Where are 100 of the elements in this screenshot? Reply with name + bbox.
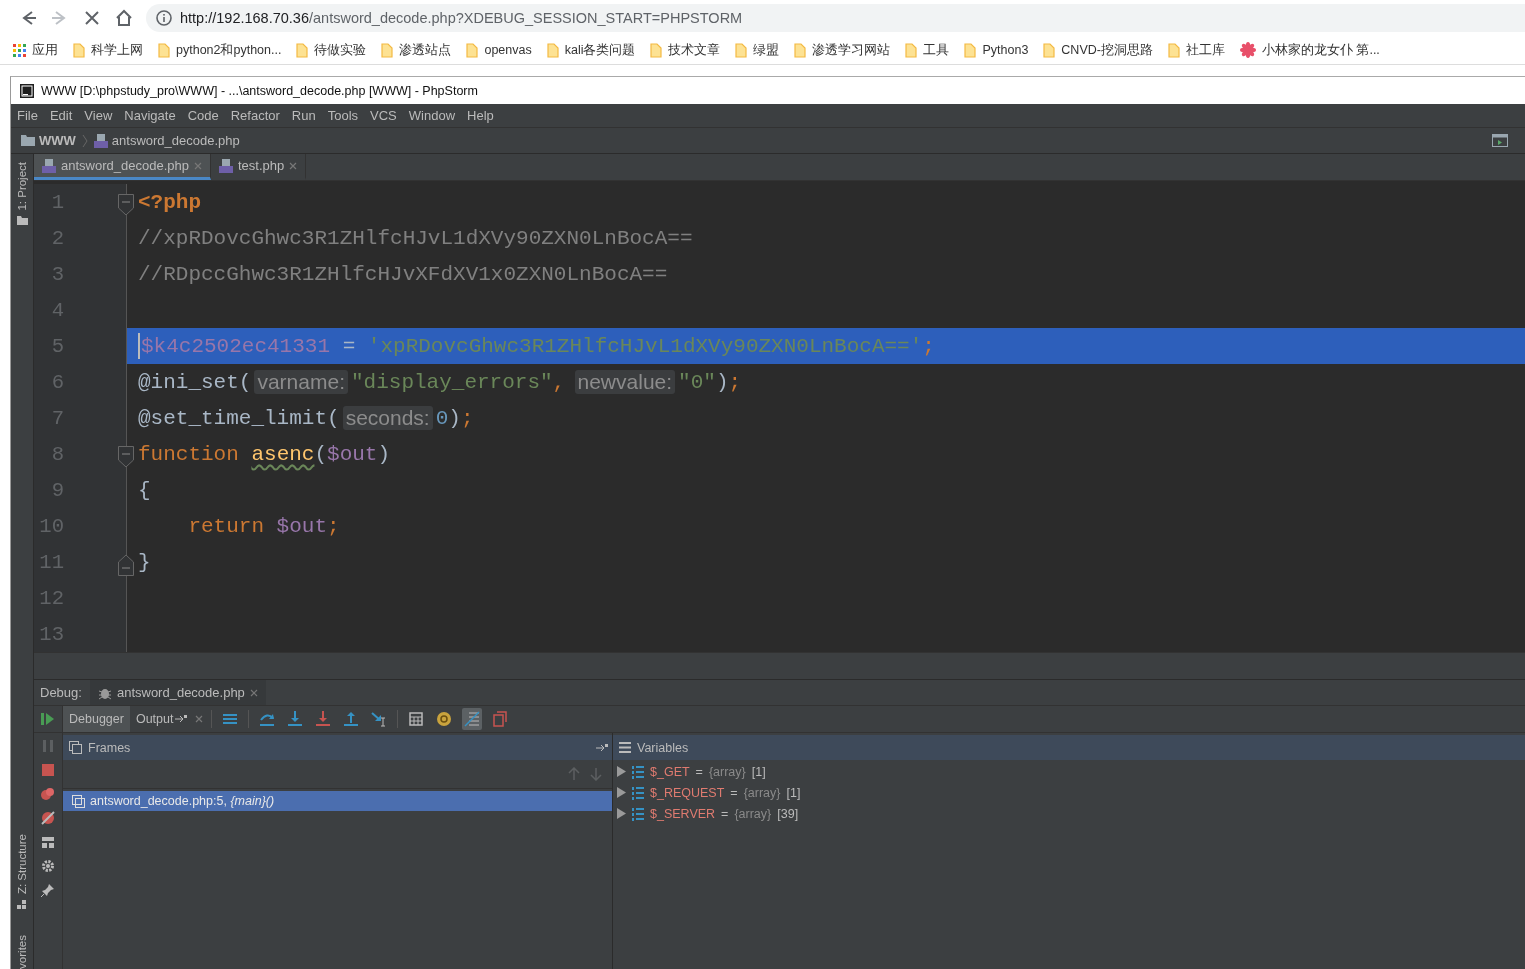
bookmark[interactable]: 小林家的龙女仆 第... (1239, 41, 1380, 59)
frame-row[interactable]: antsword_decode.php:5, {main}() (63, 791, 612, 811)
list-icon (619, 742, 631, 753)
down-arrow-icon[interactable] (590, 767, 602, 781)
array-icon (632, 785, 644, 800)
menu-item[interactable]: Tools (327, 108, 359, 123)
close-icon[interactable] (289, 161, 298, 170)
bookmark[interactable]: 技术文章 (650, 41, 721, 59)
calculator-icon[interactable] (407, 710, 426, 728)
menu-item[interactable]: View (84, 108, 113, 123)
bookmark[interactable]: 渗透学习网站 (794, 41, 891, 59)
menu-item[interactable]: Window (408, 108, 456, 123)
pin-icon[interactable] (596, 742, 608, 753)
fold-icon[interactable] (118, 194, 134, 216)
folder-icon (546, 42, 559, 58)
folder-icon (905, 42, 918, 58)
layout-icon[interactable] (41, 835, 55, 849)
bookmark[interactable]: openvas (466, 42, 532, 58)
bookmark[interactable]: 绿盟 (735, 41, 780, 59)
php-file-icon (42, 158, 56, 173)
menu-item[interactable]: Code (187, 108, 219, 123)
file-tab[interactable]: antsword_decode.php (34, 154, 211, 180)
bookmark[interactable]: python2和python... (158, 41, 282, 59)
bookmark[interactable]: CNVD-挖洞思路 (1043, 41, 1153, 59)
fold-icon[interactable] (118, 554, 134, 576)
bookmark[interactable]: 科学上网 (73, 41, 143, 59)
up-arrow-icon[interactable] (568, 767, 580, 781)
apps-icon (13, 43, 26, 57)
fold-icon[interactable] (118, 446, 134, 468)
info-icon[interactable] (156, 10, 172, 26)
bookmark[interactable]: Python3 (964, 42, 1029, 58)
folder-icon (21, 135, 35, 146)
breadcrumb-item[interactable]: WWW (21, 133, 76, 148)
panel-tab[interactable]: Debugger (63, 706, 130, 732)
php-file-icon (218, 158, 233, 173)
expand-arrow-icon[interactable] (617, 808, 626, 819)
file-tab[interactable]: test.php (210, 154, 307, 180)
code-keyword: function (138, 442, 239, 466)
parameter-hint: seconds: (342, 406, 433, 430)
mute-breakpoints-toggle[interactable] (462, 708, 483, 730)
restore-layout-icon[interactable] (491, 710, 510, 728)
menu-item[interactable]: Edit (49, 108, 73, 123)
equals-sign: = (695, 764, 703, 779)
bookmark[interactable]: kali各类问题 (546, 41, 636, 59)
address-field[interactable]: http://192.168.70.36/antsword_decode.php?XDEBUG_SESSION_START=PHPSTORM (146, 4, 1525, 32)
stop-icon[interactable] (41, 763, 55, 777)
variable-name: $_GET (650, 764, 690, 779)
tool-window-button[interactable]: Z: Structure (16, 826, 28, 932)
resume-icon[interactable] (41, 712, 55, 726)
settings-icon[interactable] (41, 859, 55, 873)
close-icon[interactable] (249, 688, 258, 697)
code-text: @ini_set( (138, 370, 252, 394)
bookmark[interactable]: 应用 (13, 41, 58, 59)
text-cursor (138, 333, 140, 359)
php-file-icon (93, 133, 108, 148)
code-text: @set_time_limit( (138, 406, 340, 430)
menu-item[interactable]: VCS (370, 108, 397, 123)
bookmark[interactable]: 待做实验 (296, 41, 367, 59)
expand-arrow-icon[interactable] (617, 766, 626, 777)
debug-session-tab[interactable]: antsword_decode.php (89, 680, 266, 705)
pin-icon[interactable] (41, 883, 55, 897)
breakpoints-icon[interactable] (41, 787, 55, 801)
breadcrumb-item[interactable]: antsword_decode.php (93, 133, 240, 148)
bookmark[interactable]: 渗透站点 (381, 41, 452, 59)
step-into-icon[interactable] (286, 710, 305, 728)
menu-item[interactable]: Help (467, 108, 494, 123)
code-punctuation: , (552, 370, 566, 394)
menu-item[interactable]: File (17, 108, 38, 123)
expand-arrow-icon[interactable] (617, 787, 626, 798)
tool-window-button[interactable]: vorites (16, 931, 28, 969)
variable-count: [39] (777, 806, 799, 821)
structure-icon (17, 899, 27, 910)
pin-icon[interactable] (175, 714, 188, 724)
menu-item[interactable]: Run (291, 108, 316, 123)
close-icon[interactable] (193, 161, 202, 170)
code-text: ) (448, 406, 461, 430)
menu-item[interactable]: Refactor (230, 108, 280, 123)
pause-icon[interactable] (41, 739, 55, 753)
code-operator: = (342, 334, 356, 358)
home-icon[interactable] (114, 8, 134, 28)
folder-icon (296, 42, 309, 58)
variable-type: {array} (734, 806, 772, 821)
array-icon (632, 764, 644, 779)
folder-icon (794, 42, 807, 58)
menu-item[interactable]: Navigate (124, 108, 176, 123)
close-icon[interactable] (195, 715, 204, 723)
panel-header: Variables (613, 735, 1525, 760)
bookmark[interactable]: 社工库 (1167, 41, 1225, 59)
equals-sign: = (721, 806, 729, 821)
mute-icon[interactable] (41, 811, 55, 825)
step-out-icon[interactable] (342, 710, 361, 728)
array-icon (632, 806, 644, 821)
run-window-icon[interactable] (1492, 134, 1508, 147)
folder-icon (73, 42, 85, 58)
force-step-into-icon[interactable] (314, 710, 333, 728)
bookmark[interactable]: 工具 (905, 41, 950, 59)
code-string: "0" (678, 370, 716, 394)
panel-tab[interactable]: Output (129, 706, 180, 732)
tool-window-button[interactable]: 1: Project (16, 154, 28, 229)
chevron-icon (81, 133, 88, 148)
